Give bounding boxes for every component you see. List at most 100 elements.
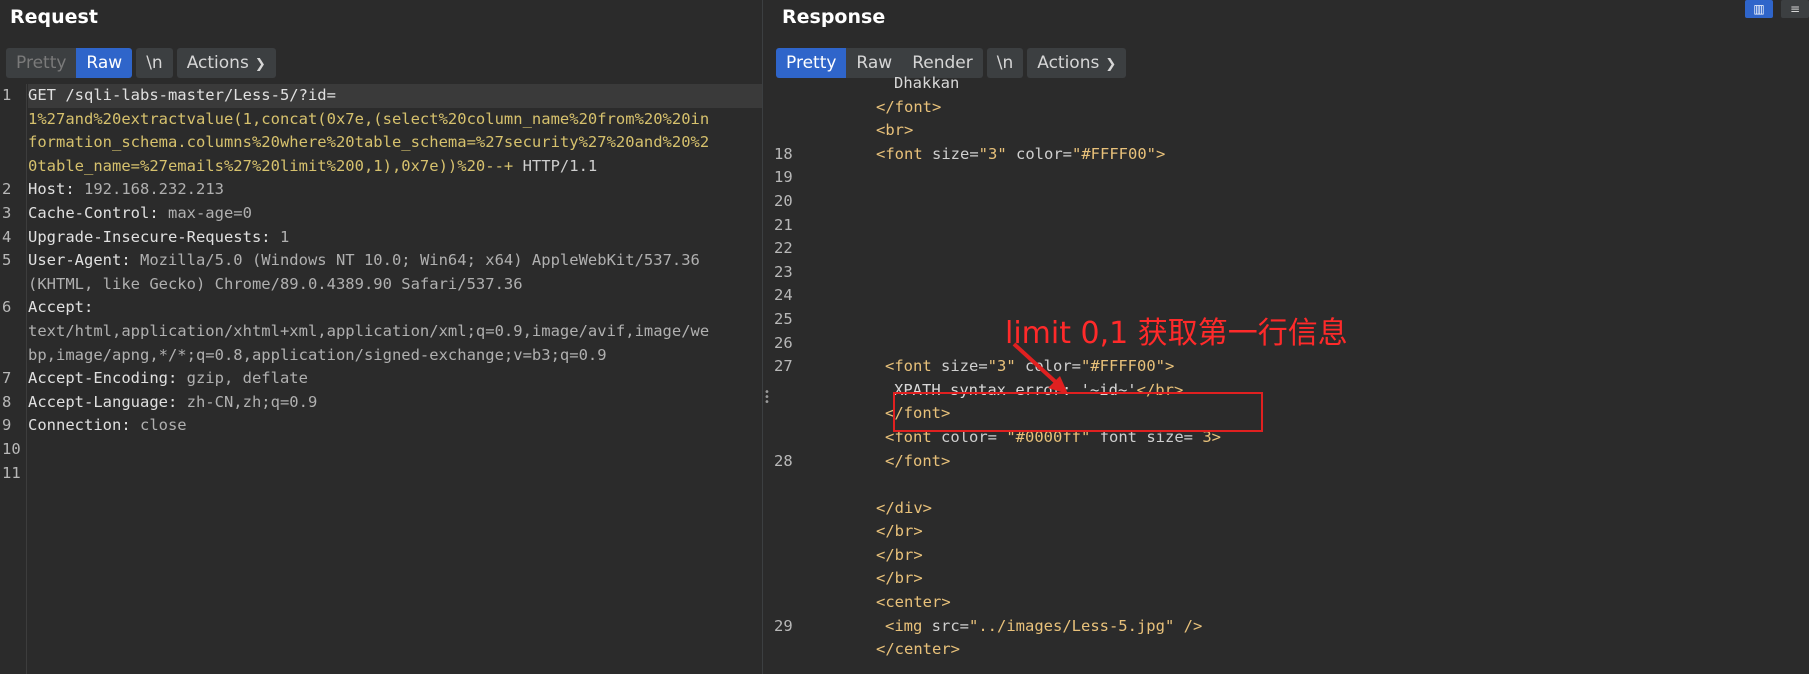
code-token: />	[1174, 616, 1203, 635]
line-number	[772, 638, 802, 662]
response-line: </center>	[802, 638, 1221, 662]
code-token: color=	[1006, 144, 1072, 163]
request-line: bp,image/apng,*/*;q=0.8,application/sign…	[28, 344, 762, 368]
line-number	[0, 344, 26, 368]
line-number	[0, 320, 26, 344]
request-line: (KHTML, like Gecko) Chrome/89.0.4389.90 …	[28, 273, 762, 297]
request-title: Request	[10, 6, 98, 28]
line-number: 21	[774, 215, 793, 234]
request-line-key: User-Agent:	[28, 251, 140, 270]
line-number	[772, 96, 802, 120]
request-line: 0table_name=%27emails%27%20limit%200,1),…	[28, 155, 762, 179]
code-token: </font>	[885, 451, 951, 470]
response-line: </br>	[802, 544, 1221, 568]
code-token: <font	[876, 144, 932, 163]
code-token: <br>	[876, 121, 914, 140]
line-number: 26	[774, 333, 793, 352]
line-number: 2	[2, 180, 12, 199]
code-token: </div>	[876, 498, 932, 517]
request-line: Connection: close	[28, 414, 762, 438]
code-token: </br>	[876, 545, 923, 564]
request-line-value: Mozilla/5.0 (Windows NT 10.0; Win64; x64…	[139, 251, 700, 270]
request-raw-tab[interactable]: Raw	[76, 48, 133, 78]
request-line: Accept-Language: zh-CN,zh;q=0.9	[28, 391, 762, 415]
code-token: >	[1165, 357, 1175, 376]
response-line	[802, 166, 1221, 190]
response-line: <br>	[802, 119, 1221, 143]
line-number: 7	[2, 369, 12, 388]
response-line: </div>	[802, 497, 1221, 521]
line-number	[772, 497, 802, 521]
line-number	[0, 131, 26, 155]
request-editor[interactable]: 1 2 3 4 5 6 7 8 9 10 11 GET /sqli-labs-master/Less…	[0, 84, 762, 674]
request-toolbar: Pretty Raw \n Actions ❯	[6, 48, 276, 78]
code-token: src=	[931, 616, 969, 635]
request-line: Cache-Control: max-age=0	[28, 202, 762, 226]
request-line-key: Connection:	[28, 416, 140, 435]
code-token: </center>	[876, 640, 960, 659]
response-line: </font>	[802, 96, 1221, 120]
annotation-arrow-icon	[1012, 342, 1068, 394]
split-layout-icon[interactable]: ▥	[1745, 0, 1773, 18]
line-number: 5	[2, 251, 12, 270]
code-token: size=	[932, 144, 979, 163]
line-number: 6	[2, 298, 12, 317]
response-line	[802, 237, 1221, 261]
response-title: Response	[782, 6, 886, 28]
line-number: 10	[2, 439, 21, 458]
response-line	[802, 473, 1221, 497]
response-line	[802, 261, 1221, 285]
request-actions-menu[interactable]: Actions ❯	[176, 48, 276, 78]
request-line-key: Accept:	[28, 298, 103, 317]
response-actions-label: Actions	[1037, 53, 1100, 73]
request-line: Accept:	[28, 296, 762, 320]
request-line-value: HTTP/1.1	[522, 156, 598, 175]
line-number: 3	[2, 203, 12, 222]
list-layout-icon[interactable]: ≡	[1781, 0, 1809, 18]
request-line-value: bp,image/apng,*/*;q=0.8,application/sign…	[28, 345, 607, 364]
code-token: <center>	[876, 593, 951, 612]
response-line: <center>	[802, 591, 1221, 615]
request-pretty-tab[interactable]: Pretty	[6, 48, 77, 78]
request-line: formation_schema.columns%20where%20table…	[28, 131, 762, 155]
line-number: 11	[2, 463, 21, 482]
response-line: </font>	[802, 450, 1221, 474]
request-newline-toggle[interactable]: \n	[136, 48, 173, 78]
response-line: </br>	[802, 567, 1221, 591]
line-number	[772, 473, 802, 497]
code-token: "#FFFF00"	[1072, 144, 1156, 163]
request-line	[28, 438, 762, 462]
request-line-key: Cache-Control:	[28, 203, 168, 222]
line-number: 28	[774, 451, 793, 470]
request-line-gutter: 1 2 3 4 5 6 7 8 9 10 11	[0, 84, 27, 674]
line-number	[0, 155, 26, 179]
line-number: 4	[2, 227, 12, 246]
line-number: 29	[774, 616, 793, 635]
request-line-value: max-age=0	[167, 203, 252, 222]
code-token: </font>	[876, 97, 942, 116]
response-line: <font size="3" color="#FFFF00">	[802, 143, 1221, 167]
code-token: </br>	[876, 522, 923, 541]
request-line: text/html,application/xhtml+xml,applicat…	[28, 320, 762, 344]
request-pane: Request Pretty Raw \n Actions ❯ 1 2 3 4 5 6 7 8 9…	[0, 0, 762, 674]
response-line	[802, 214, 1221, 238]
line-number	[0, 108, 26, 132]
response-line	[802, 190, 1221, 214]
code-token: "3"	[978, 144, 1007, 163]
request-line: 1%27and%20extractvalue(1,concat(0x7e,(se…	[28, 108, 762, 132]
request-line-value: zh-CN,zh;q=0.9	[186, 392, 318, 411]
request-line-key: formation_schema.columns%20where%20table…	[28, 133, 710, 152]
request-line-key: GET /sqli-labs-master/Less-5/?id=	[28, 86, 336, 104]
code-token: Dhakkan	[894, 74, 960, 92]
line-number: 1	[2, 86, 12, 104]
line-number	[772, 591, 802, 615]
response-editor[interactable]: 18 19 20 21 22 23 24 25 26 27 28 29 Dhakkan </font> <…	[772, 74, 1809, 674]
request-line-value: gzip, deflate	[186, 369, 308, 388]
request-line-key: Accept-Encoding:	[28, 369, 187, 388]
request-body[interactable]: GET /sqli-labs-master/Less-5/?id= 1%27and…	[28, 84, 762, 485]
code-token: </br>	[876, 569, 923, 588]
line-number: 20	[774, 191, 793, 210]
line-number	[772, 544, 802, 568]
request-line: Accept-Encoding: gzip, deflate	[28, 367, 762, 391]
response-line	[802, 284, 1221, 308]
